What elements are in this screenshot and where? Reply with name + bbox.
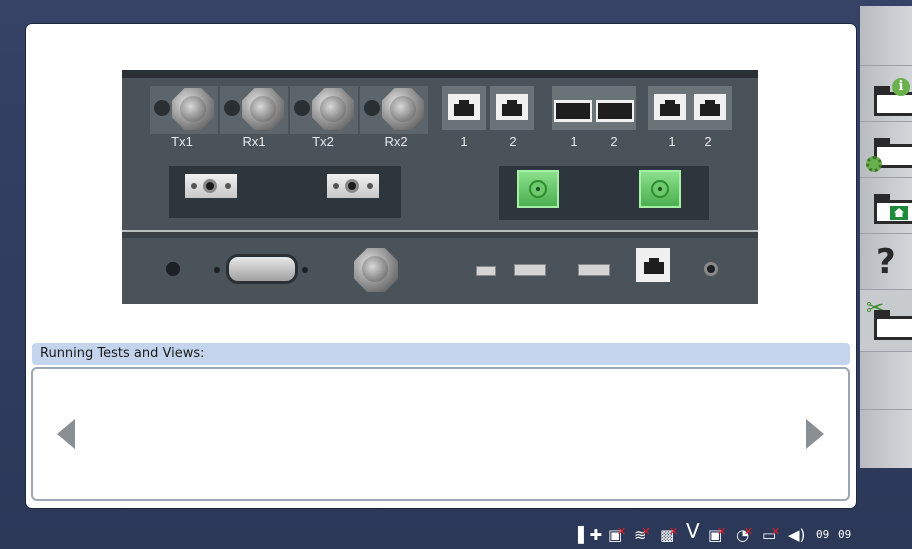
sfp-label-2: 2 [610,134,618,149]
bnc-connector-icon [312,88,354,130]
network-icon[interactable]: ▭ ✕ [762,525,780,543]
instrument-front-panel: Tx1 Rx1 Tx2 Rx2 1 2 1 2 1 2 [122,70,758,304]
bnc-connector-icon [382,88,424,130]
remote-display-icon[interactable]: ▣ ✕ [708,525,726,543]
front-panel-top-section: Tx1 Rx1 Tx2 Rx2 1 2 1 2 1 2 [122,78,758,230]
sfp-slot-icon [554,100,592,122]
ethernet-label-b1: 1 [668,134,676,149]
ethernet-port-b2[interactable] [688,86,732,130]
sidebar-blank-top [860,6,912,66]
bnc-label-tx1: Tx1 [171,134,193,149]
clock-minute: 09 [838,528,852,541]
gear-icon [866,156,882,172]
ethernet-label-2: 2 [509,134,517,149]
running-tests-title: Running Tests and Views: [40,346,205,361]
bnc-port-tx2[interactable] [290,86,358,134]
screw-hole-icon [333,183,339,189]
bnc-port-rx1[interactable] [220,86,288,134]
sfp-slot-icon [596,100,634,122]
sc-optical-port-1[interactable] [517,170,559,208]
management-ethernet-port[interactable] [636,248,670,282]
sfp-port-2[interactable] [594,86,636,130]
bnc-indicator-dot [224,100,240,116]
help-button[interactable]: ? [860,234,912,290]
power-plug-icon[interactable]: ▌✚ [578,527,602,543]
serial-port[interactable] [226,254,298,284]
bnc-indicator-dot [364,100,380,116]
led-indicator [166,262,180,276]
sc-connector-panel [499,166,709,220]
ethernet-jack-icon [448,94,480,120]
bnc-label-tx2: Tx2 [312,134,334,149]
sidebar-blank-2 [860,410,912,468]
optical-core-icon [651,180,669,198]
satellite-icon[interactable]: ◔ ✕ [736,525,753,543]
right-sidebar: i ? ✂ [860,6,912,468]
screw-hole-icon [191,183,197,189]
help-question-icon: ? [876,242,896,282]
system-info-button[interactable]: i [860,66,912,122]
fiber-hole-icon [203,179,217,193]
folder-icon [874,86,912,116]
battery-icon[interactable]: ▣ ✕ [608,525,626,543]
bnc-port-tx1[interactable] [150,86,218,134]
usb-port-1[interactable] [514,264,546,276]
speaker-icon[interactable]: ◀) [788,527,805,543]
sidebar-blank-1 [860,352,912,410]
ethernet-label-b2: 2 [704,134,712,149]
ethernet-jack-icon [496,94,528,120]
screw-dot [302,267,308,273]
usb-port-2[interactable] [578,264,610,276]
screw-hole-icon [367,183,373,189]
bnc-indicator-dot [294,100,310,116]
ethernet-port-1[interactable] [442,86,486,130]
sc-optical-port-2[interactable] [639,170,681,208]
fc-connector-panel [169,166,401,218]
front-panel-divider [122,230,758,232]
front-panel-bottom-section [122,238,758,304]
fiber-hole-icon [345,179,359,193]
power-led [704,262,718,276]
usb-port-small[interactable] [476,266,496,276]
bluetooth-icon[interactable]: ▩ ✕ [660,525,678,543]
bnc-port-rx2[interactable] [360,86,428,134]
sfp-port-1[interactable] [552,86,594,130]
fc-connector-right[interactable] [327,174,379,198]
ethernet-label-1: 1 [460,134,468,149]
taskbar: ▌✚ ▣ ✕ ≋ ✕ ▩ ✕ V ▣ ✕ ◔ ✕ ▭ ✕ ◀) 09 09 [0,516,912,549]
folder-icon [874,310,912,340]
screw-dot [214,267,220,273]
bnc-connector-icon [242,88,284,130]
ethernet-port-b1[interactable] [648,86,692,130]
bnc-indicator-dot [154,100,170,116]
ethernet-jack-icon [638,252,668,278]
optical-core-icon [529,180,547,198]
sfp-label-1: 1 [570,134,578,149]
setup-button[interactable] [860,122,912,178]
running-tests-list [31,367,850,501]
home-button[interactable] [860,178,912,234]
ethernet-port-2[interactable] [490,86,534,130]
ethernet-jack-icon [654,94,686,120]
scroll-right-arrow-icon[interactable] [806,419,824,449]
clock-bnc-connector-icon[interactable] [354,248,398,292]
tools-button[interactable]: ✂ [860,290,912,352]
bnc-connector-icon [172,88,214,130]
bnc-label-rx1: Rx1 [242,134,266,149]
clock-hour: 09 [816,528,830,541]
bnc-label-rx2: Rx2 [384,134,408,149]
wifi-icon[interactable]: ≋ ✕ [634,525,651,543]
ethernet-jack-icon [694,94,726,120]
v-indicator[interactable]: V [686,521,700,541]
info-icon: i [892,78,910,96]
scroll-left-arrow-icon[interactable] [57,419,75,449]
screw-hole-icon [225,183,231,189]
fc-connector-left[interactable] [185,174,237,198]
home-icon [890,206,908,220]
running-tests-header: Running Tests and Views: [32,343,850,365]
